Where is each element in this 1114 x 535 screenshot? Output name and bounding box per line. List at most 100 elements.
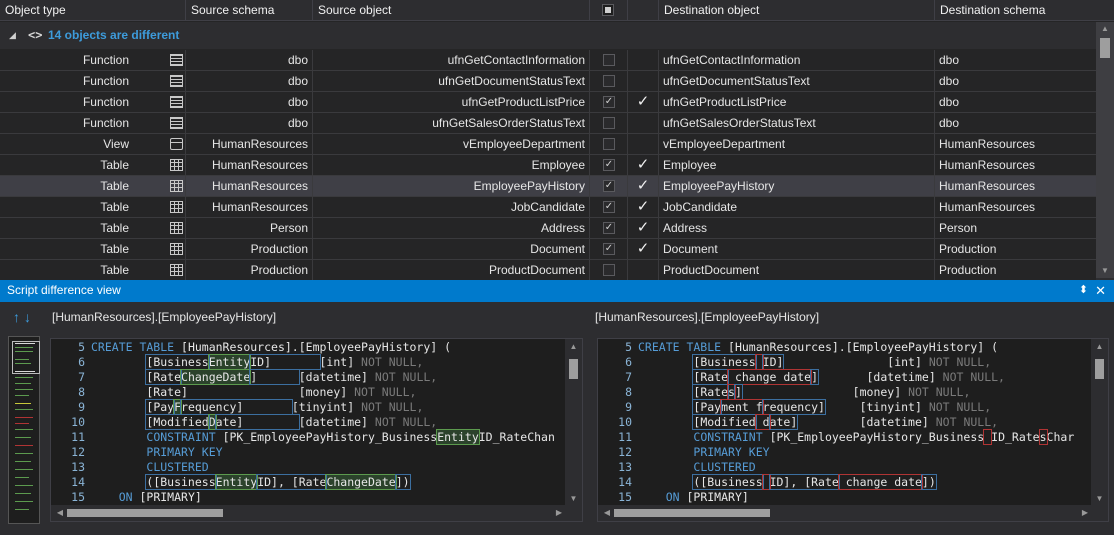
col-select-all[interactable] [590, 0, 628, 21]
code-line: 11 CONSTRAINT [PK_EmployeePayHistory_Bus… [51, 429, 555, 445]
previous-difference-arrow-icon[interactable]: ↑ [13, 309, 24, 325]
code-token: [int] [319, 355, 362, 369]
right-horizontal-scrollbar[interactable]: ◀ ▶ [598, 505, 1108, 521]
table-row[interactable]: Table Production Document ✓ ✓ Document Product… [0, 239, 1096, 260]
table-row[interactable]: Table HumanResources Employee ✓ ✓ Employee Hum… [0, 155, 1096, 176]
include-checkbox[interactable]: ✓ [603, 180, 615, 192]
include-checkbox[interactable]: ✓ [603, 222, 615, 234]
code-token: [datetime] [298, 370, 375, 384]
select-all-checkbox[interactable] [602, 4, 614, 16]
table-row[interactable]: View HumanResources vEmployeeDepartment vEm… [0, 134, 1096, 155]
overview-mark [15, 359, 29, 360]
code-token: ChangeDate [325, 474, 397, 490]
scroll-thumb[interactable] [1095, 359, 1104, 379]
scroll-thumb[interactable] [1100, 38, 1110, 58]
function-icon [170, 117, 183, 129]
left-vertical-scrollbar[interactable]: ▲ ▼ [565, 339, 582, 507]
scroll-thumb[interactable] [614, 509, 770, 517]
col-source-schema[interactable]: Source schema [186, 0, 313, 21]
destination-schema-cell: HumanResources [939, 179, 1036, 193]
include-checkbox[interactable]: ✓ [603, 96, 615, 108]
scroll-thumb[interactable] [569, 359, 578, 379]
code-token: [PK_EmployeePayHistory_Business [222, 430, 438, 444]
scroll-right-arrow-icon[interactable]: ▶ [552, 505, 566, 521]
scroll-left-arrow-icon[interactable]: ◀ [600, 505, 614, 521]
source-schema-cell: HumanResources [186, 197, 313, 217]
table-row[interactable]: Function dbo ufnGetDocumentStatusText ufnGe… [0, 71, 1096, 92]
scroll-left-arrow-icon[interactable]: ◀ [53, 505, 67, 521]
line-number: 15 [71, 490, 85, 504]
col-object-type[interactable]: Object type [0, 0, 186, 21]
next-difference-arrow-icon[interactable]: ↓ [24, 309, 35, 325]
scroll-down-arrow-icon[interactable]: ▼ [1091, 493, 1108, 505]
include-checkbox[interactable] [603, 117, 615, 129]
overview-viewport[interactable] [12, 341, 40, 374]
table-row[interactable]: Function dbo ufnGetContactInformation ufnGe… [0, 50, 1096, 71]
grid-vertical-scrollbar[interactable]: ▲ ▼ [1096, 22, 1114, 278]
code-token: ([Business [145, 474, 217, 490]
code-token: [int] [783, 355, 929, 369]
code-token: CONSTRAINT [693, 430, 770, 444]
scroll-up-arrow-icon[interactable]: ▲ [565, 341, 582, 353]
include-checkbox[interactable] [603, 138, 615, 150]
source-object-cell: ufnGetContactInformation [313, 50, 590, 70]
line-number: 14 [618, 475, 632, 489]
include-cell [590, 50, 628, 70]
left-horizontal-scrollbar[interactable]: ◀ ▶ [51, 505, 582, 521]
table-row[interactable]: Table HumanResources JobCandidate ✓ ✓ JobCand… [0, 197, 1096, 218]
include-checkbox[interactable] [603, 54, 615, 66]
scroll-up-arrow-icon[interactable]: ▲ [1091, 341, 1108, 353]
destination-object-cell: ufnGetSalesOrderStatusText [659, 113, 935, 133]
include-checkbox[interactable] [603, 264, 615, 276]
table-row[interactable]: Table Production ProductDocument ProductDoc… [0, 260, 1096, 281]
right-script-editor[interactable]: 5 CREATE TABLE [HumanResources].[Employee… [597, 338, 1109, 522]
scroll-up-arrow-icon[interactable]: ▲ [1096, 22, 1114, 36]
scroll-right-arrow-icon[interactable]: ▶ [1078, 505, 1092, 521]
include-checkbox[interactable] [603, 75, 615, 87]
source-object-cell: Employee [313, 155, 590, 175]
scroll-thumb[interactable] [67, 509, 223, 517]
scroll-down-arrow-icon[interactable]: ▼ [1096, 264, 1114, 278]
pin-icon[interactable]: ⬍ [1079, 280, 1088, 301]
group-row-different[interactable]: ◢ <> 14 objects are different [0, 22, 1096, 49]
sync-mark-cell [628, 50, 659, 70]
right-vertical-scrollbar[interactable]: ▲ ▼ [1091, 339, 1108, 507]
source-object-cell: JobCandidate [313, 197, 590, 217]
code-line: 5 CREATE TABLE [HumanResources].[Employee… [51, 340, 555, 355]
col-destination-schema[interactable]: Destination schema [935, 0, 1114, 21]
left-script-editor[interactable]: 5 CREATE TABLE [HumanResources].[Employee… [50, 338, 583, 522]
include-checkbox[interactable]: ✓ [603, 159, 615, 171]
code-token: CREATE TABLE [91, 340, 182, 354]
overview-mark [15, 485, 33, 486]
code-token: ate] [214, 414, 300, 430]
overview-mark [15, 383, 31, 384]
line-number: 9 [78, 400, 85, 414]
overview-mark [15, 351, 33, 352]
include-cell: ✓ [590, 218, 628, 238]
col-mark[interactable] [628, 0, 659, 21]
col-source-object[interactable]: Source object [313, 0, 590, 21]
code-line: 5 CREATE TABLE [HumanResources].[Employee… [598, 340, 1074, 355]
code-token: [Business [145, 354, 210, 370]
scroll-down-arrow-icon[interactable]: ▼ [565, 493, 582, 505]
code-line: 10 [ModifiedDate] [datetime] NOT NULL, [51, 414, 555, 430]
code-token: [Rate [692, 369, 730, 385]
table-icon [170, 201, 183, 213]
expand-triangle-icon[interactable]: ◢ [9, 22, 16, 48]
col-destination-object[interactable]: Destination object [659, 0, 935, 21]
include-cell [590, 134, 628, 154]
code-token: s [1038, 429, 1048, 445]
overview-mark [15, 409, 33, 410]
include-checkbox[interactable]: ✓ [603, 243, 615, 255]
table-row[interactable]: Table HumanResources EmployeePayHistory ✓ ✓ E… [0, 176, 1096, 197]
diff-overview-map[interactable] [8, 336, 40, 524]
table-row[interactable]: Function dbo ufnGetProductListPrice ✓ ✓ ufnGe… [0, 92, 1096, 113]
code-token: [money] [741, 385, 909, 399]
close-icon[interactable]: ✕ [1095, 280, 1106, 301]
table-row[interactable]: Function dbo ufnGetSalesOrderStatusText ufn… [0, 113, 1096, 134]
include-checkbox[interactable]: ✓ [603, 201, 615, 213]
table-row[interactable]: Table Person Address ✓ ✓ Address Person [0, 218, 1096, 239]
table-icon [170, 159, 183, 171]
